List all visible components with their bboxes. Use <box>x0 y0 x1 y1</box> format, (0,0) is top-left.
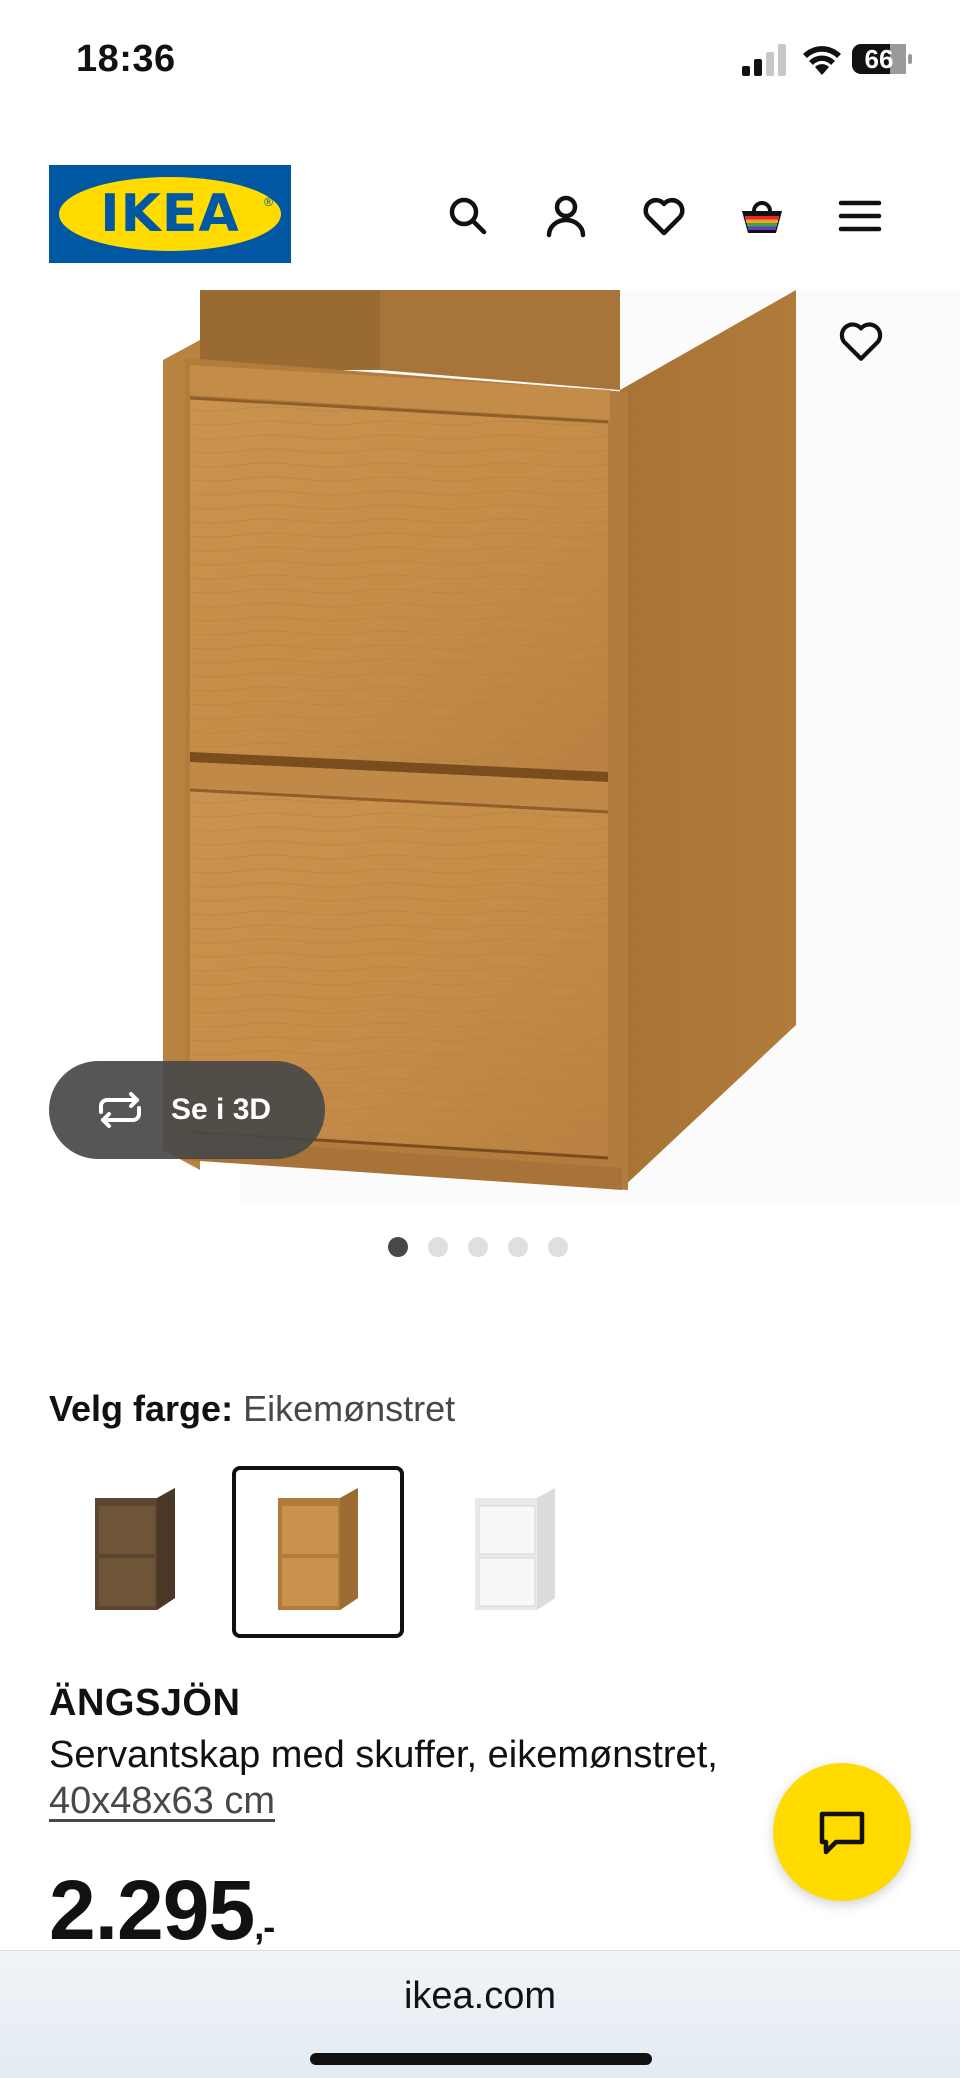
product-page: 18:36 66 IKEA ® Se i 3D Velg farge: Eike… <box>0 0 960 2078</box>
site-header: IKEA ® <box>0 160 960 270</box>
browser-address-bar[interactable]: ikea.com <box>0 1950 960 2078</box>
cabinet-thumbnail <box>278 1488 358 1610</box>
account-button[interactable] <box>538 188 594 244</box>
search-icon <box>449 197 487 235</box>
gallery-pagination <box>388 1237 568 1261</box>
view-in-3d-button[interactable]: Se i 3D <box>49 1061 325 1159</box>
product-name: ÄNGSJÖN <box>49 1682 241 1724</box>
swatch-oak[interactable] <box>232 1466 404 1638</box>
product-price: 2.295,- <box>49 1862 275 1959</box>
save-to-wishlist-button[interactable] <box>830 310 892 372</box>
color-label-title: Velg farge: <box>49 1388 234 1429</box>
status-bar: 18:36 66 <box>0 0 960 120</box>
chat-button[interactable] <box>773 1763 911 1901</box>
swatch-brown-oak[interactable] <box>49 1466 221 1638</box>
gallery-dot[interactable] <box>548 1237 568 1257</box>
product-description: Servantskap med skuffer, eikemønstret, <box>49 1734 718 1776</box>
swatch-white[interactable] <box>429 1466 601 1638</box>
wifi-icon <box>803 46 841 75</box>
product-image-gallery[interactable]: Se i 3D <box>0 290 960 1220</box>
rotate-3d-icon <box>99 1092 141 1128</box>
color-picker-label: Velg farge: Eikemønstret <box>49 1388 455 1430</box>
heart-icon <box>839 322 883 361</box>
cellular-signal-icon <box>742 44 786 76</box>
basket-button[interactable] <box>734 188 790 244</box>
basket-icon <box>742 201 782 233</box>
home-indicator[interactable] <box>310 2053 652 2065</box>
price-suffix: ,- <box>254 1906 275 1947</box>
product-size-link[interactable]: 40x48x63 cm <box>49 1780 275 1823</box>
logo-text: IKEA <box>100 184 240 244</box>
account-icon <box>546 195 586 238</box>
browser-url[interactable]: ikea.com <box>0 1975 960 2018</box>
gallery-dot[interactable] <box>428 1237 448 1257</box>
logo-registered-mark: ® <box>264 195 273 209</box>
menu-icon <box>838 200 882 232</box>
search-button[interactable] <box>440 188 496 244</box>
chat-icon <box>819 1811 865 1855</box>
battery-icon: 66 <box>852 42 912 76</box>
color-selected-value: Eikemønstret <box>243 1388 456 1429</box>
view-in-3d-label: Se i 3D <box>171 1093 272 1126</box>
ikea-logo[interactable]: IKEA ® <box>49 165 291 263</box>
gallery-dot[interactable] <box>508 1237 528 1257</box>
gallery-dot[interactable] <box>388 1237 408 1257</box>
cabinet-thumbnail <box>95 1488 175 1610</box>
heart-icon <box>643 197 685 236</box>
menu-button[interactable] <box>832 188 888 244</box>
status-time: 18:36 <box>76 38 176 80</box>
cabinet-thumbnail <box>475 1488 555 1610</box>
gallery-dot[interactable] <box>468 1237 488 1257</box>
price-value: 2.295 <box>49 1863 255 1957</box>
wishlist-button[interactable] <box>636 188 692 244</box>
battery-level: 66 <box>864 44 894 74</box>
